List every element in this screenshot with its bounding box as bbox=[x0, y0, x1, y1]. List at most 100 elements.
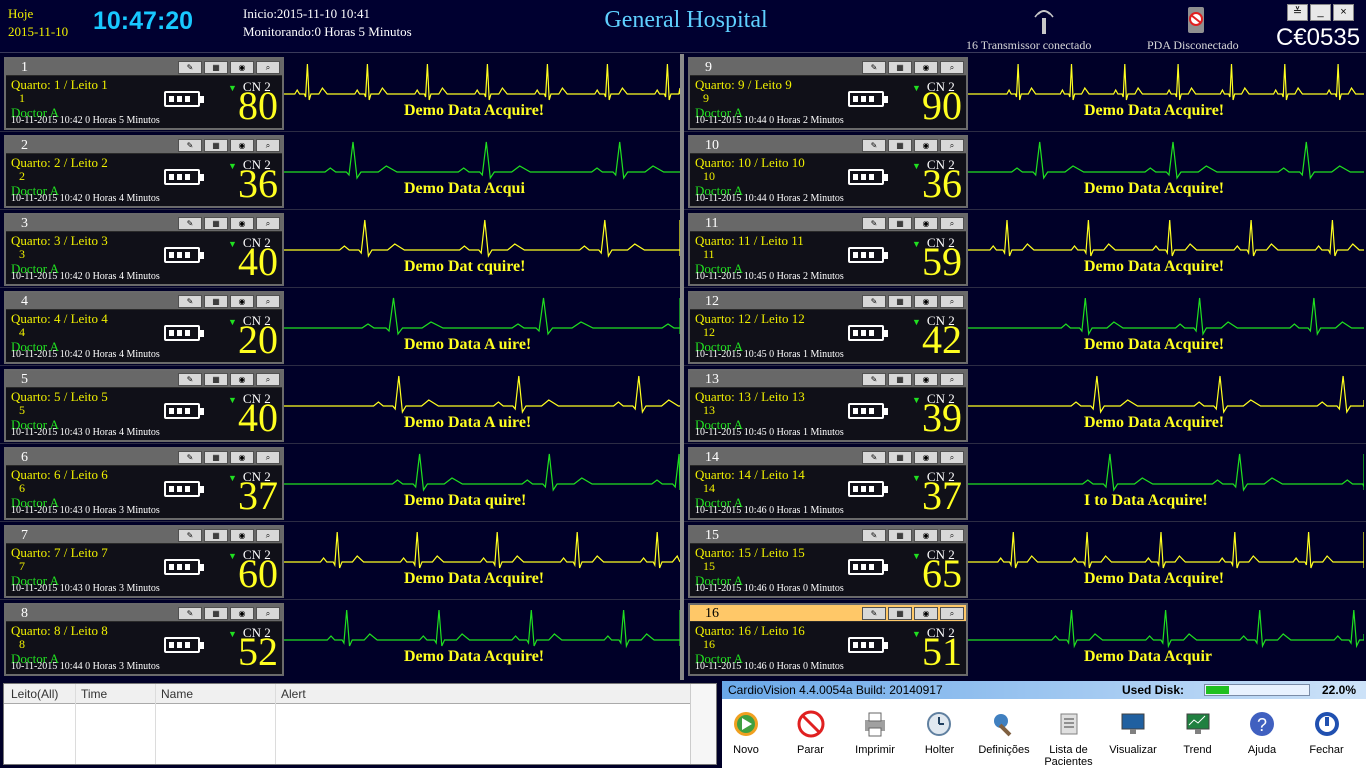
bed-info-panel[interactable]: 14 ✎ ▦ ◉ ⌕ Quarto: 14 / Leito 14 14 Doctor A 10-… bbox=[688, 447, 968, 520]
layout-button[interactable]: ▦ bbox=[204, 295, 228, 308]
bed-cell[interactable]: 13 ✎ ▦ ◉ ⌕ Quarto: 13 / Leito 13 13 Doctor A 10-… bbox=[684, 366, 1364, 442]
pen-button[interactable]: ✎ bbox=[862, 217, 886, 230]
view-button[interactable]: ◉ bbox=[914, 61, 938, 74]
bed-titlebar[interactable]: 9 ✎ ▦ ◉ ⌕ bbox=[690, 59, 966, 76]
pen-button[interactable]: ✎ bbox=[862, 139, 886, 152]
bed-titlebar[interactable]: 14 ✎ ▦ ◉ ⌕ bbox=[690, 449, 966, 466]
holter-button[interactable]: Holter bbox=[910, 709, 970, 756]
bed-cell[interactable]: 11 ✎ ▦ ◉ ⌕ Quarto: 11 / Leito 11 11 Doctor A 10-… bbox=[684, 210, 1364, 286]
printer-button[interactable]: Imprimir bbox=[845, 709, 905, 756]
bed-cell[interactable]: 6 ✎ ▦ ◉ ⌕ Quarto: 6 / Leito 6 6 Doctor A 10-11-2… bbox=[0, 444, 680, 520]
bed-cell[interactable]: 1 ✎ ▦ ◉ ⌕ Quarto: 1 / Leito 1 1 Doctor A 10-11-2… bbox=[0, 54, 680, 130]
view-button[interactable]: ◉ bbox=[230, 295, 254, 308]
bed-info-panel[interactable]: 8 ✎ ▦ ◉ ⌕ Quarto: 8 / Leito 8 8 Doctor A 10-11-2… bbox=[4, 603, 284, 676]
channel-dropdown-icon[interactable]: ▼ bbox=[228, 629, 237, 639]
bed-cell[interactable]: 10 ✎ ▦ ◉ ⌕ Quarto: 10 / Leito 10 10 Doctor A 10-… bbox=[684, 132, 1364, 208]
channel-dropdown-icon[interactable]: ▼ bbox=[228, 395, 237, 405]
layout-button[interactable]: ▦ bbox=[888, 61, 912, 74]
bed-cell[interactable]: 15 ✎ ▦ ◉ ⌕ Quarto: 15 / Leito 15 15 Doctor A 10-… bbox=[684, 522, 1364, 598]
channel-dropdown-icon[interactable]: ▼ bbox=[912, 83, 921, 93]
dropdown-window-button[interactable]: ≚ bbox=[1287, 4, 1308, 21]
bed-cell[interactable]: 14 ✎ ▦ ◉ ⌕ Quarto: 14 / Leito 14 14 Doctor A 10-… bbox=[684, 444, 1364, 520]
layout-button[interactable]: ▦ bbox=[204, 217, 228, 230]
view-button[interactable]: ◉ bbox=[230, 217, 254, 230]
bed-cell[interactable]: 16 ✎ ▦ ◉ ⌕ Quarto: 16 / Leito 16 16 Doctor A 10-… bbox=[684, 600, 1364, 676]
settings-tools-button[interactable]: Definições bbox=[974, 709, 1034, 756]
search-button[interactable]: ⌕ bbox=[256, 61, 280, 74]
bed-cell[interactable]: 4 ✎ ▦ ◉ ⌕ Quarto: 4 / Leito 4 4 Doctor A 10-11-2… bbox=[0, 288, 680, 364]
alerts-scrollbar[interactable] bbox=[690, 684, 716, 764]
minimize-button[interactable]: _ bbox=[1310, 4, 1331, 21]
bed-cell[interactable]: 7 ✎ ▦ ◉ ⌕ Quarto: 7 / Leito 7 7 Doctor A 10-11-2… bbox=[0, 522, 680, 598]
pen-button[interactable]: ✎ bbox=[862, 529, 886, 542]
monitor-view-button[interactable]: Visualizar bbox=[1103, 709, 1163, 756]
bed-info-panel[interactable]: 6 ✎ ▦ ◉ ⌕ Quarto: 6 / Leito 6 6 Doctor A 10-11-2… bbox=[4, 447, 284, 520]
layout-button[interactable]: ▦ bbox=[888, 607, 912, 620]
alerts-col-name[interactable]: Name bbox=[161, 687, 193, 701]
pen-button[interactable]: ✎ bbox=[178, 217, 202, 230]
bed-info-panel[interactable]: 10 ✎ ▦ ◉ ⌕ Quarto: 10 / Leito 10 10 Doctor A 10-… bbox=[688, 135, 968, 208]
bed-titlebar[interactable]: 5 ✎ ▦ ◉ ⌕ bbox=[6, 371, 282, 388]
channel-dropdown-icon[interactable]: ▼ bbox=[228, 83, 237, 93]
bed-titlebar[interactable]: 11 ✎ ▦ ◉ ⌕ bbox=[690, 215, 966, 232]
search-button[interactable]: ⌕ bbox=[940, 217, 964, 230]
channel-dropdown-icon[interactable]: ▼ bbox=[228, 317, 237, 327]
layout-button[interactable]: ▦ bbox=[204, 61, 228, 74]
layout-button[interactable]: ▦ bbox=[888, 295, 912, 308]
view-button[interactable]: ◉ bbox=[914, 295, 938, 308]
view-button[interactable]: ◉ bbox=[230, 607, 254, 620]
bed-titlebar[interactable]: 1 ✎ ▦ ◉ ⌕ bbox=[6, 59, 282, 76]
bed-titlebar[interactable]: 15 ✎ ▦ ◉ ⌕ bbox=[690, 527, 966, 544]
view-button[interactable]: ◉ bbox=[230, 451, 254, 464]
trend-monitor-button[interactable]: Trend bbox=[1168, 709, 1228, 756]
search-button[interactable]: ⌕ bbox=[940, 451, 964, 464]
pen-button[interactable]: ✎ bbox=[862, 373, 886, 386]
pen-button[interactable]: ✎ bbox=[178, 61, 202, 74]
search-button[interactable]: ⌕ bbox=[256, 295, 280, 308]
search-button[interactable]: ⌕ bbox=[256, 217, 280, 230]
bed-cell[interactable]: 12 ✎ ▦ ◉ ⌕ Quarto: 12 / Leito 12 12 Doctor A 10-… bbox=[684, 288, 1364, 364]
search-button[interactable]: ⌕ bbox=[940, 373, 964, 386]
layout-button[interactable]: ▦ bbox=[888, 373, 912, 386]
search-button[interactable]: ⌕ bbox=[940, 61, 964, 74]
search-button[interactable]: ⌕ bbox=[256, 373, 280, 386]
view-button[interactable]: ◉ bbox=[914, 451, 938, 464]
layout-button[interactable]: ▦ bbox=[888, 217, 912, 230]
pen-button[interactable]: ✎ bbox=[178, 451, 202, 464]
bed-titlebar[interactable]: 10 ✎ ▦ ◉ ⌕ bbox=[690, 137, 966, 154]
alerts-col-leito[interactable]: Leito(All) bbox=[11, 687, 58, 701]
layout-button[interactable]: ▦ bbox=[204, 373, 228, 386]
view-button[interactable]: ◉ bbox=[914, 139, 938, 152]
bed-info-panel[interactable]: 16 ✎ ▦ ◉ ⌕ Quarto: 16 / Leito 16 16 Doctor A 10-… bbox=[688, 603, 968, 676]
channel-dropdown-icon[interactable]: ▼ bbox=[912, 473, 921, 483]
view-button[interactable]: ◉ bbox=[914, 529, 938, 542]
help-button[interactable]: ? Ajuda bbox=[1232, 709, 1292, 756]
pen-button[interactable]: ✎ bbox=[178, 139, 202, 152]
layout-button[interactable]: ▦ bbox=[204, 529, 228, 542]
bed-titlebar[interactable]: 2 ✎ ▦ ◉ ⌕ bbox=[6, 137, 282, 154]
view-button[interactable]: ◉ bbox=[914, 373, 938, 386]
view-button[interactable]: ◉ bbox=[914, 607, 938, 620]
pen-button[interactable]: ✎ bbox=[862, 451, 886, 464]
pen-button[interactable]: ✎ bbox=[862, 61, 886, 74]
bed-titlebar[interactable]: 13 ✎ ▦ ◉ ⌕ bbox=[690, 371, 966, 388]
view-button[interactable]: ◉ bbox=[914, 217, 938, 230]
view-button[interactable]: ◉ bbox=[230, 529, 254, 542]
search-button[interactable]: ⌕ bbox=[940, 295, 964, 308]
alerts-col-time[interactable]: Time bbox=[81, 687, 107, 701]
bed-cell[interactable]: 5 ✎ ▦ ◉ ⌕ Quarto: 5 / Leito 5 5 Doctor A 10-11-2… bbox=[0, 366, 680, 442]
bed-info-panel[interactable]: 7 ✎ ▦ ◉ ⌕ Quarto: 7 / Leito 7 7 Doctor A 10-11-2… bbox=[4, 525, 284, 598]
channel-dropdown-icon[interactable]: ▼ bbox=[912, 161, 921, 171]
bed-cell[interactable]: 3 ✎ ▦ ◉ ⌕ Quarto: 3 / Leito 3 3 Doctor A 10-11-2… bbox=[0, 210, 680, 286]
bed-cell[interactable]: 2 ✎ ▦ ◉ ⌕ Quarto: 2 / Leito 2 2 Doctor A 10-11-2… bbox=[0, 132, 680, 208]
channel-dropdown-icon[interactable]: ▼ bbox=[912, 551, 921, 561]
bed-titlebar[interactable]: 7 ✎ ▦ ◉ ⌕ bbox=[6, 527, 282, 544]
play-button[interactable]: Novo bbox=[716, 709, 776, 756]
search-button[interactable]: ⌕ bbox=[256, 451, 280, 464]
layout-button[interactable]: ▦ bbox=[888, 529, 912, 542]
layout-button[interactable]: ▦ bbox=[888, 139, 912, 152]
pen-button[interactable]: ✎ bbox=[178, 295, 202, 308]
alerts-col-alert[interactable]: Alert bbox=[281, 687, 306, 701]
bed-titlebar[interactable]: 4 ✎ ▦ ◉ ⌕ bbox=[6, 293, 282, 310]
bed-info-panel[interactable]: 2 ✎ ▦ ◉ ⌕ Quarto: 2 / Leito 2 2 Doctor A 10-11-2… bbox=[4, 135, 284, 208]
